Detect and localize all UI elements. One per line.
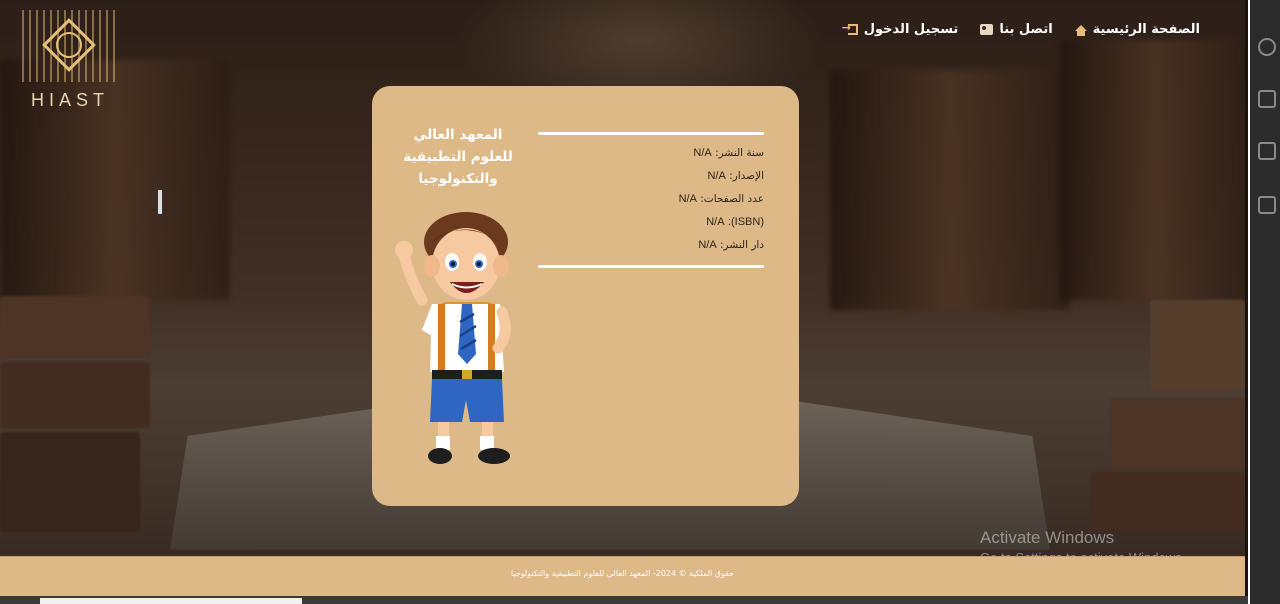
scroll-handle[interactable] xyxy=(157,189,163,215)
institute-name: المعهد العالي للعلوم التطبيقية والتكنولو… xyxy=(403,127,513,187)
nav-login[interactable]: تسجيل الدخول xyxy=(842,21,959,37)
contact-card-icon xyxy=(980,24,994,35)
logo-text: HIAST xyxy=(30,90,109,110)
horizontal-scrollbar-thumb[interactable] xyxy=(40,598,302,604)
book-details: سنة النشر: N/A الإصدار: N/A عدد الصفحات:… xyxy=(538,132,764,268)
schoolboy-illustration xyxy=(395,212,511,464)
copyright-text: حقوق الملكية © 2024- المعهد العالي للعلو… xyxy=(510,569,735,578)
meta-edition: الإصدار: N/A xyxy=(707,170,764,182)
login-icon xyxy=(842,21,858,35)
book-details-card: المعهد العالي للعلوم التطبيقية والتكنولو… xyxy=(372,86,799,506)
nav-home[interactable]: الصفحة الرئيسية xyxy=(1074,22,1200,37)
home-icon xyxy=(1074,24,1087,36)
nav-contact[interactable]: اتصل بنا xyxy=(980,22,1053,37)
meta-publisher: دار النشر: N/A xyxy=(698,239,764,251)
meta-page-count: عدد الصفحات: N/A xyxy=(678,193,764,205)
meta-isbn: (ISBN): N/A xyxy=(706,216,764,228)
extensions-icon[interactable] xyxy=(1258,196,1276,214)
main-nav: تسجيل الدخول اتصل بنا الصفحة الرئيسية xyxy=(842,21,1200,37)
search-icon[interactable] xyxy=(1258,38,1276,56)
nav-contact-label: اتصل بنا xyxy=(999,22,1053,37)
divider-bottom xyxy=(538,265,764,268)
nav-login-label: تسجيل الدخول xyxy=(863,22,959,37)
debug-icon[interactable] xyxy=(1258,142,1276,160)
footer: حقوق الملكية © 2024- المعهد العالي للعلو… xyxy=(0,556,1245,596)
meta-list: سنة النشر: N/A الإصدار: N/A عدد الصفحات:… xyxy=(538,135,764,262)
hiast-logo[interactable]: HIAST xyxy=(20,10,120,110)
nav-home-label: الصفحة الرئيسية xyxy=(1092,22,1200,37)
source-control-icon[interactable] xyxy=(1258,90,1276,108)
ide-activity-bar xyxy=(1248,0,1280,604)
meta-publish-year: سنة النشر: N/A xyxy=(693,147,764,159)
